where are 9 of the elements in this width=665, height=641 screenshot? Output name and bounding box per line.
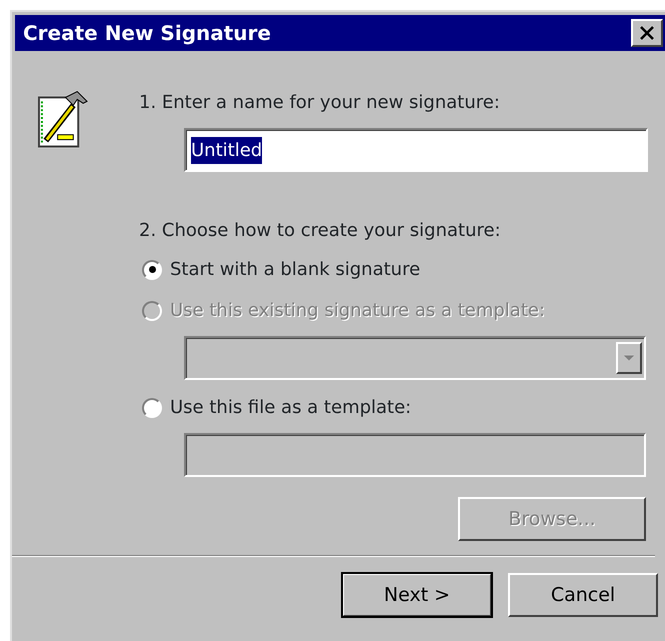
dialog-button[interactable]: Cancel (508, 573, 658, 617)
name-value: Untitled (191, 136, 262, 164)
name-input[interactable]: Untitled (184, 128, 648, 172)
option-label[interactable]: Start with a blank signature (170, 256, 420, 283)
step-label: 1. Enter a name for your new signature: (139, 91, 501, 115)
window-title: Create New Signature (23, 20, 271, 47)
dialog-button[interactable]: Next > (342, 573, 492, 617)
option-label[interactable]: Use this file as a template: (170, 394, 412, 421)
step-label: 2. Choose how to create your signature: (139, 219, 502, 243)
